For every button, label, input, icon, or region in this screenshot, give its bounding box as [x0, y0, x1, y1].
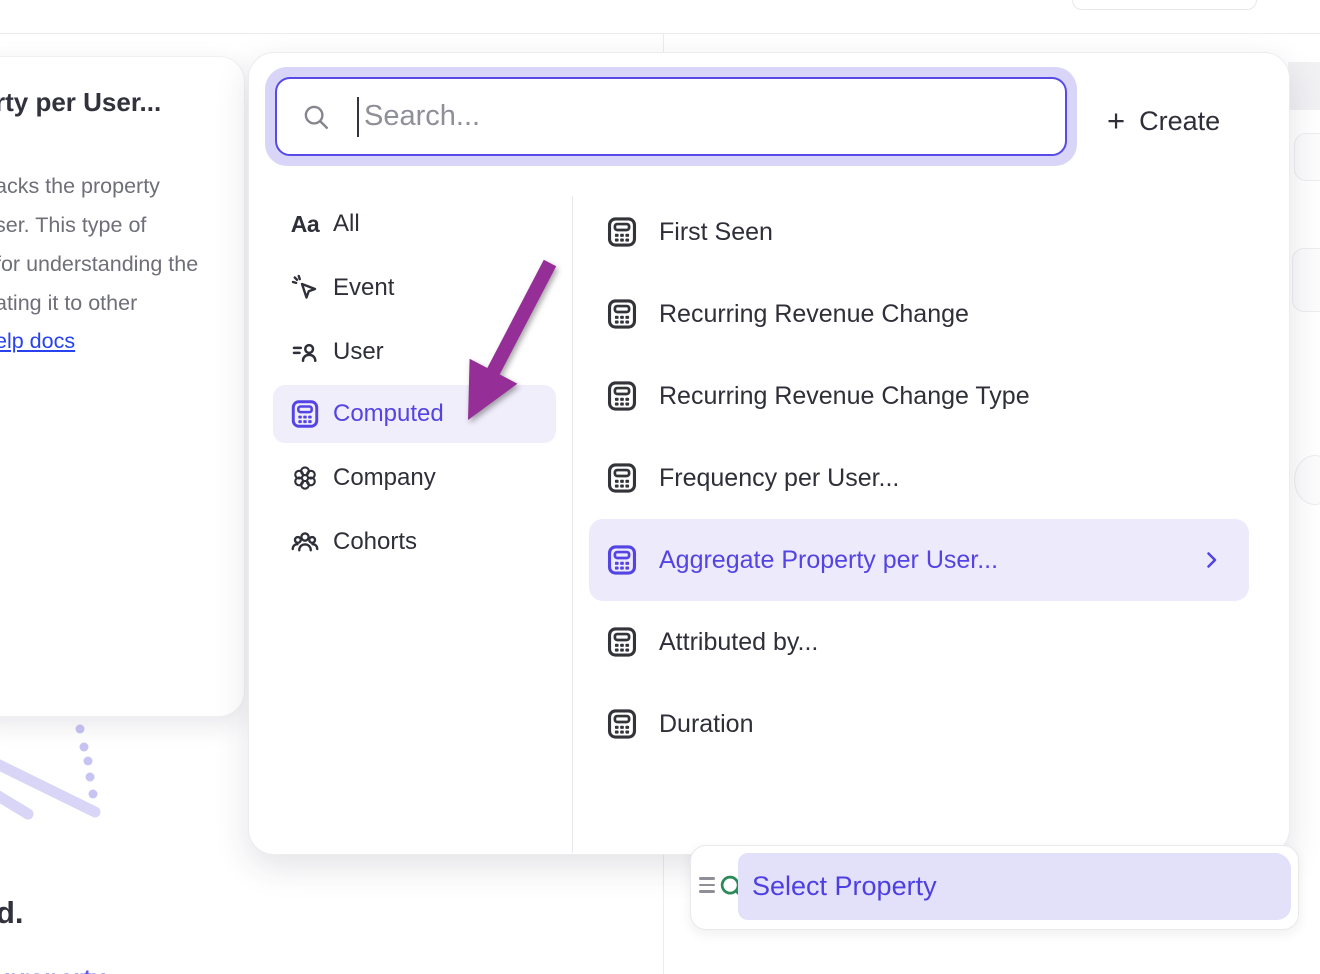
property-label: Recurring Revenue Change	[659, 300, 969, 329]
property-label: First Seen	[659, 218, 773, 247]
create-button[interactable]: + Create	[1107, 99, 1220, 143]
partial-top-button[interactable]	[1072, 0, 1257, 10]
background-card-edge	[1294, 133, 1320, 181]
property-label: Attributed by...	[659, 628, 818, 657]
property-picker-modal: + Create Aa All Event	[248, 52, 1290, 855]
partial-property-link[interactable]: property	[4, 965, 105, 974]
property-item-frequency-per-user[interactable]: Frequency per User...	[589, 437, 1249, 519]
background-card-edge	[1292, 248, 1320, 312]
category-label: Computed	[333, 400, 444, 428]
sidebar-divider	[572, 196, 573, 853]
property-item-recurring-revenue-change-type[interactable]: Recurring Revenue Change Type	[589, 355, 1249, 437]
tooltip-line: for understanding the	[0, 245, 198, 284]
text-caret	[357, 97, 359, 137]
cursor-click-icon	[287, 271, 323, 305]
property-item-duration[interactable]: Duration	[589, 683, 1249, 765]
calculator-icon	[605, 215, 639, 249]
category-item-all[interactable]: Aa All	[273, 195, 556, 253]
calculator-icon	[605, 379, 639, 413]
drag-handle-icon[interactable]	[699, 877, 715, 897]
category-item-computed[interactable]: Computed	[273, 385, 556, 443]
category-label: Event	[333, 274, 394, 302]
property-label: Aggregate Property per User...	[659, 546, 998, 575]
text-format-icon: Aa	[287, 207, 323, 241]
select-property-button[interactable]: Select Property	[738, 853, 1291, 920]
company-flower-icon	[287, 461, 323, 495]
category-item-company[interactable]: Company	[273, 449, 556, 507]
screen: d. property rty per User... acks the pro…	[0, 0, 1320, 974]
select-property-label: Select Property	[752, 871, 937, 902]
property-item-attributed-by[interactable]: Attributed by...	[589, 601, 1249, 683]
search-icon	[301, 102, 331, 132]
calculator-icon	[605, 625, 639, 659]
category-label: User	[333, 338, 384, 366]
user-list-icon	[287, 335, 323, 369]
property-tooltip: rty per User... acks the property ser. T…	[0, 56, 245, 717]
chevron-right-icon	[1199, 548, 1223, 572]
property-item-recurring-revenue-change[interactable]: Recurring Revenue Change	[589, 273, 1249, 355]
search-focus-ring	[265, 67, 1077, 166]
tooltip-description: acks the property ser. This type of for …	[0, 167, 198, 323]
tooltip-title: rty per User...	[0, 87, 161, 118]
top-divider	[0, 33, 1320, 34]
aa-glyph: Aa	[291, 211, 319, 238]
property-item-first-seen[interactable]: First Seen	[589, 191, 1249, 273]
property-label: Duration	[659, 710, 754, 739]
category-label: Company	[333, 464, 436, 492]
plus-icon: +	[1107, 103, 1125, 139]
tooltip-line: ating it to other	[0, 284, 198, 323]
search-field[interactable]	[275, 77, 1067, 156]
category-item-user[interactable]: User	[273, 323, 556, 381]
create-button-label: Create	[1139, 106, 1220, 137]
property-item-aggregate-property-per-user[interactable]: Aggregate Property per User...	[589, 519, 1249, 601]
category-label: All	[333, 210, 360, 238]
category-item-event[interactable]: Event	[273, 259, 556, 317]
tooltip-line: acks the property	[0, 167, 198, 206]
cohorts-people-icon	[287, 525, 323, 559]
property-label: Recurring Revenue Change Type	[659, 382, 1030, 411]
search-input[interactable]	[362, 99, 1065, 134]
category-item-cohorts[interactable]: Cohorts	[273, 513, 556, 571]
tooltip-line: ser. This type of	[0, 206, 198, 245]
calculator-icon	[605, 707, 639, 741]
partial-heading-text: d.	[0, 895, 24, 931]
help-docs-link[interactable]: elp docs	[0, 329, 75, 354]
calculator-icon	[605, 543, 639, 577]
background-card-edge	[1294, 455, 1320, 505]
property-selector: Select Property	[690, 845, 1299, 930]
category-label: Cohorts	[333, 528, 417, 556]
background-panel-band	[1288, 62, 1320, 110]
property-label: Frequency per User...	[659, 464, 899, 493]
calculator-icon	[287, 397, 323, 431]
calculator-icon	[605, 461, 639, 495]
calculator-icon	[605, 297, 639, 331]
